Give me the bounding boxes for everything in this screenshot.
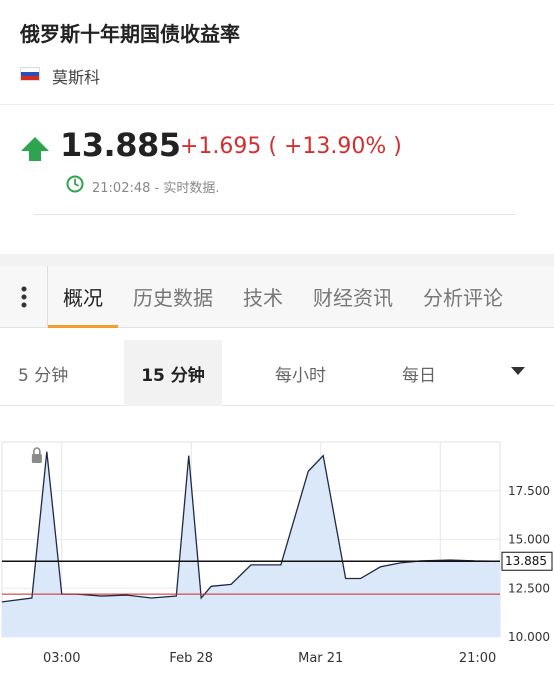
y-tick-label: 10.000: [508, 630, 550, 644]
tab-analysis[interactable]: 分析评论: [408, 266, 518, 328]
up-arrow-icon: [21, 137, 49, 161]
divider: [34, 214, 516, 215]
last-value-label: 13.885: [505, 554, 547, 568]
exchange-location: 莫斯科: [52, 68, 101, 87]
tab-technical[interactable]: 技术: [228, 266, 298, 328]
tab-overview[interactable]: 概况: [48, 266, 118, 328]
tab-news[interactable]: 财经资讯: [298, 266, 408, 328]
price-change: +1.695 ( +13.90% ): [180, 134, 402, 159]
russia-flag-icon: [20, 67, 40, 81]
interval-selector: 5 分钟 15 分钟 每小时 每日: [0, 340, 554, 406]
y-tick-label: 17.500: [508, 484, 550, 498]
interval-5min[interactable]: 5 分钟: [18, 340, 68, 406]
vertical-dots-icon: [21, 286, 26, 307]
x-tick-label: Feb 28: [169, 651, 213, 666]
x-tick-label: Mar 21: [298, 651, 343, 666]
instrument-header: 俄罗斯十年期国债收益率 莫斯科: [0, 0, 554, 105]
interval-dropdown-button[interactable]: [511, 367, 525, 375]
lock-icon: [31, 454, 42, 463]
interval-daily[interactable]: 每日: [402, 340, 436, 406]
last-price: 13.885: [60, 126, 181, 164]
x-tick-label: 21:00: [459, 651, 496, 666]
clock-icon: [66, 175, 84, 193]
interval-hourly[interactable]: 每小时: [275, 340, 326, 406]
tab-bar: 概况 历史数据 技术 财经资讯 分析评论: [0, 265, 554, 328]
quote-timestamp: 21:02:48 - 实时数据.: [92, 181, 220, 196]
y-tick-label: 15.000: [508, 533, 550, 547]
more-menu-button[interactable]: [0, 265, 48, 328]
y-tick-label: 12.500: [508, 581, 550, 595]
interval-15min[interactable]: 15 分钟: [124, 340, 222, 406]
yield-chart[interactable]: 17.500 15.000 12.500 10.000 13.885 03:00 Feb 2…: [0, 430, 554, 675]
page-title: 俄罗斯十年期国债收益率: [20, 22, 240, 46]
tab-historical-data[interactable]: 历史数据: [118, 266, 228, 328]
x-tick-label: 03:00: [43, 651, 80, 666]
